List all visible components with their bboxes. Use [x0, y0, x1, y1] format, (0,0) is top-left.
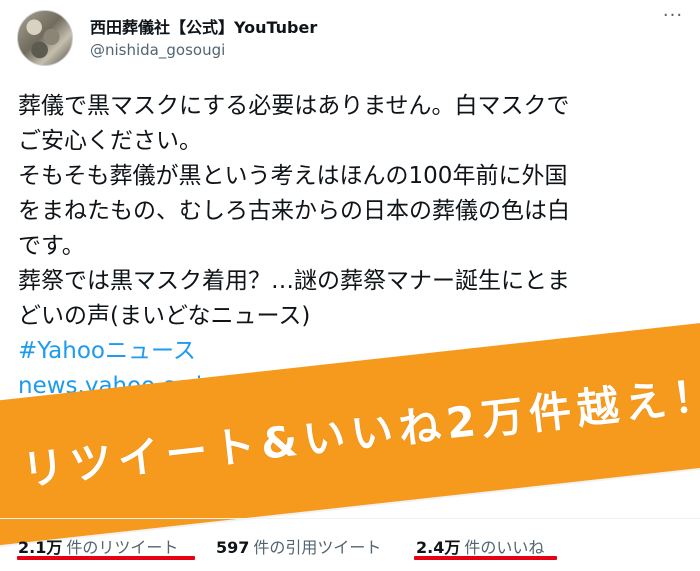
tweet-line: 葬祭では黒マスク着用？…謎の葬祭マナー誕生にとま — [18, 268, 570, 294]
more-icon[interactable]: ··· — [660, 7, 686, 28]
user-handle[interactable]: @nishida_gosougi — [90, 41, 225, 59]
tweet-line: 葬儀で黒マスクにする必要はありません。白マスクで — [18, 93, 570, 119]
like-highlight-underline — [414, 556, 557, 560]
retweet-count-number: 2.1万 — [18, 538, 63, 557]
tweet-line: そもそも葬儀が黒という考えはほんの100年前に外国 — [18, 163, 568, 189]
retweet-count[interactable]: 2.1万 件のリツイート — [18, 534, 178, 558]
like-count-label: 件のいいね — [464, 538, 545, 557]
tweet-line: ご安心ください。 — [18, 128, 202, 154]
quote-count[interactable]: 597 件の引用ツイート — [216, 534, 381, 558]
tweet-line: どいの声(まいどなニュース) — [18, 303, 311, 329]
avatar[interactable] — [17, 10, 73, 66]
divider — [0, 518, 700, 519]
like-count[interactable]: 2.4万 件のいいね — [416, 534, 544, 558]
like-count-number: 2.4万 — [416, 538, 461, 557]
quote-count-label: 件の引用ツイート — [253, 538, 382, 557]
retweet-highlight-underline — [17, 556, 195, 560]
retweet-count-label: 件のリツイート — [66, 538, 179, 557]
tweet-line: です。 — [18, 233, 85, 259]
quote-count-number: 597 — [216, 538, 250, 557]
tweet-line: をまねたもの、むしろ古来からの日本の葬儀の色は白 — [18, 198, 570, 224]
display-name[interactable]: 西田葬儀社【公式】YouTuber — [90, 14, 317, 38]
